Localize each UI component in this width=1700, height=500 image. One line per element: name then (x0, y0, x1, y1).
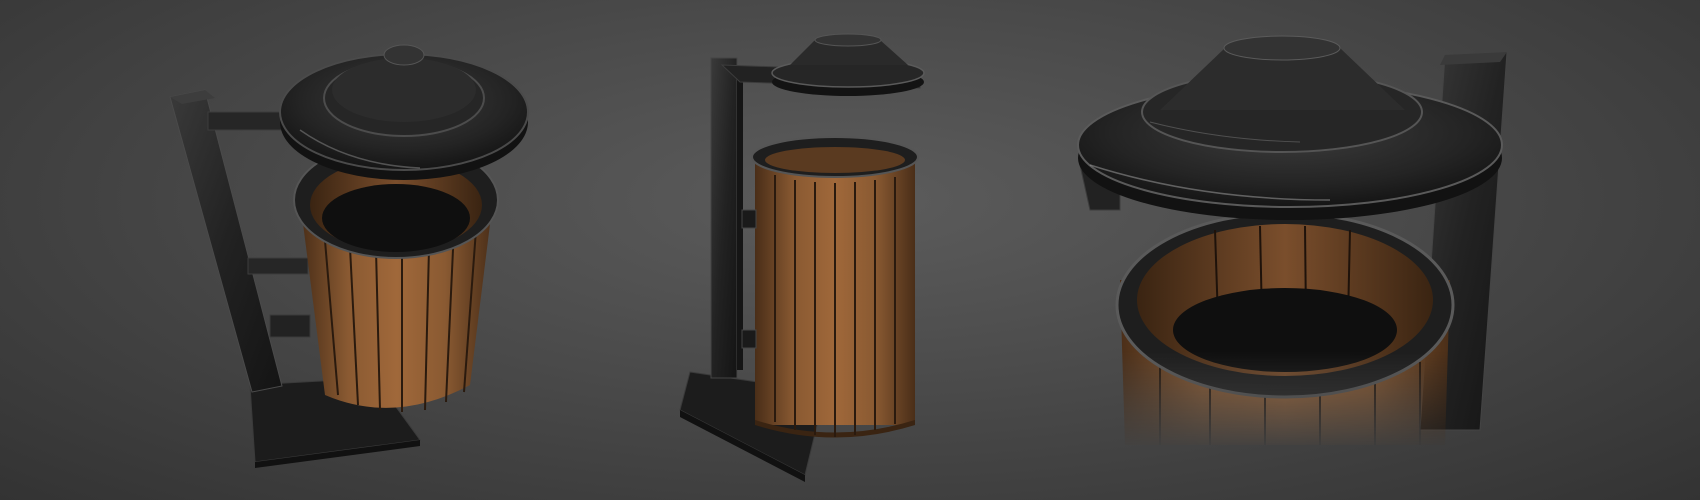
barrel-interior (765, 147, 905, 173)
barrel-interior (322, 184, 470, 252)
upper-bracket (207, 111, 289, 131)
lower-bracket (247, 257, 309, 275)
render-canvas (169, 33, 1508, 482)
support-post (169, 89, 283, 393)
bin-view-2 (679, 33, 925, 482)
bin-view-3 (1077, 35, 1508, 445)
bin-view-1 (169, 44, 529, 468)
support-post (710, 57, 738, 379)
render-stage (0, 0, 1700, 500)
barrel-interior (1173, 288, 1397, 372)
